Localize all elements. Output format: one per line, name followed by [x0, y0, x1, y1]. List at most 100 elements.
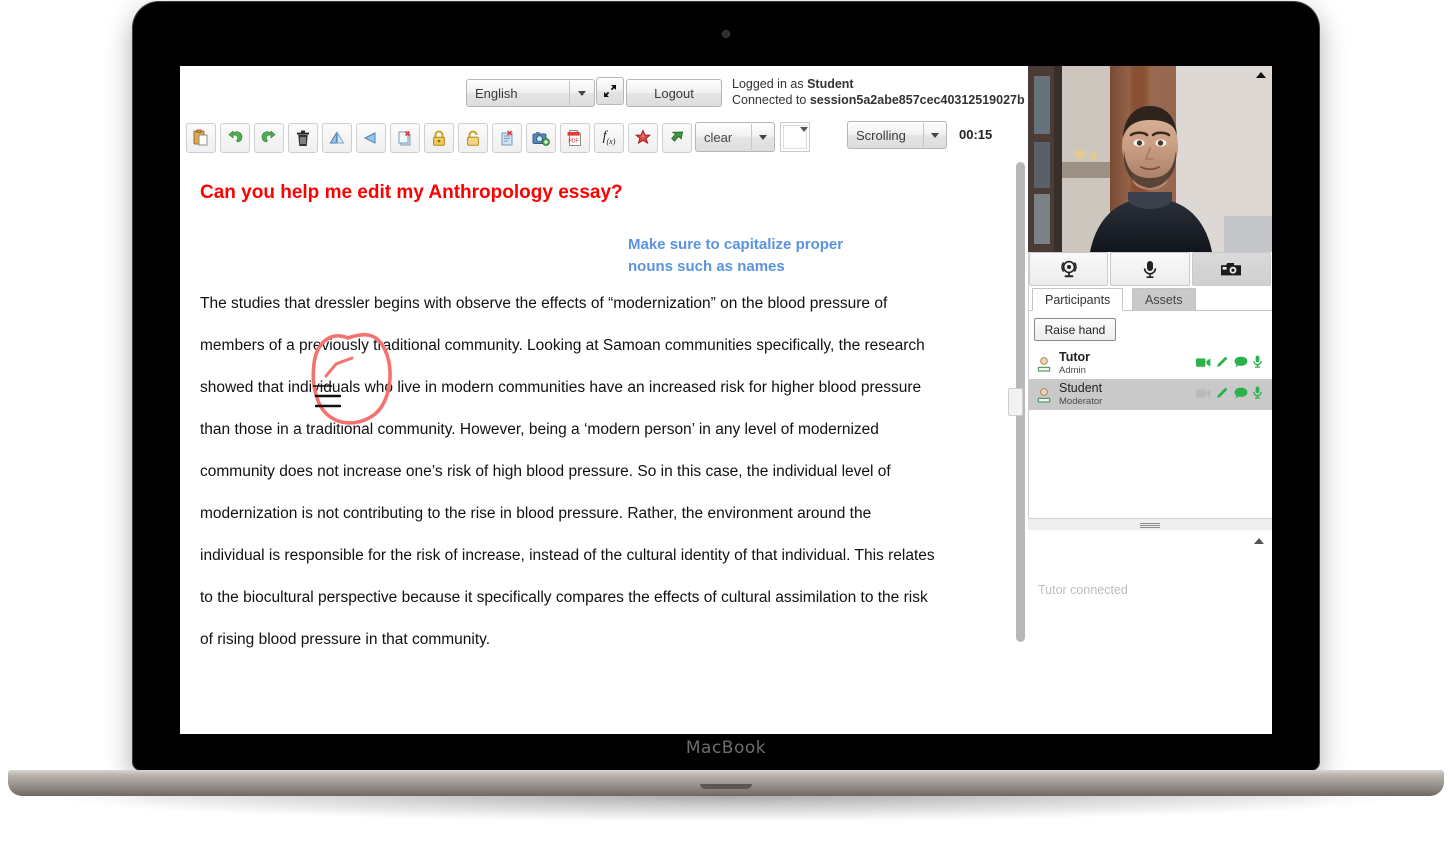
- math-tool-button[interactable]: [628, 123, 658, 153]
- laptop-shadow: [40, 796, 1412, 822]
- webcam-icon: [1061, 260, 1077, 278]
- redo-arrow-icon: [261, 130, 276, 143]
- microphone-icon[interactable]: [1253, 355, 1262, 373]
- expand-arrows-icon: [604, 85, 616, 97]
- logout-button[interactable]: Logout: [626, 79, 722, 107]
- unlock-button[interactable]: [458, 123, 488, 153]
- paste-button[interactable]: [186, 123, 216, 153]
- video-icon[interactable]: [1196, 386, 1211, 404]
- undo-arrow-icon: [228, 130, 243, 143]
- flip-vertical-icon: [363, 132, 376, 144]
- delete-page-button[interactable]: [390, 123, 420, 153]
- whiteboard-annotation-note: Make sure to capitalize proper nouns suc…: [628, 236, 844, 275]
- media-controls: [1028, 252, 1272, 286]
- participant-name: Tutor: [1059, 349, 1091, 364]
- clear-select[interactable]: clear: [695, 122, 775, 152]
- language-select-value: English: [475, 85, 518, 101]
- page-delete-icon: [398, 130, 411, 146]
- participant-info: Tutor Admin: [1059, 349, 1196, 377]
- laptop-scene: MacBook English Logout Logged in as Stud…: [0, 0, 1452, 857]
- tab-assets[interactable]: Assets: [1132, 288, 1196, 311]
- undo-button[interactable]: [220, 123, 250, 153]
- avatar: [1037, 356, 1051, 372]
- laptop-base-top: [8, 770, 1444, 796]
- chat-message: Tutor connected: [1038, 583, 1128, 597]
- session-id: session5a2abe857cec40312519027b: [809, 93, 1025, 107]
- clear-select-value: clear: [704, 129, 733, 145]
- pointer-button[interactable]: [662, 123, 692, 153]
- webcam-toggle-button[interactable]: [1029, 252, 1109, 286]
- participant-role: Moderator: [1059, 395, 1103, 407]
- flip-vertical-button[interactable]: [356, 123, 386, 153]
- participant-actions: [1196, 355, 1272, 373]
- whiteboard-title-text: Can you help me edit my Anthropology ess…: [200, 182, 623, 203]
- chat-panel[interactable]: Tutor connected: [1028, 530, 1272, 734]
- app-header: English Logout Logged in as Student Conn…: [180, 66, 1028, 114]
- webcam-video-feed[interactable]: [1028, 66, 1272, 252]
- grip-icon: [1140, 522, 1160, 528]
- scroll-mode-value: Scrolling: [856, 127, 906, 143]
- avatar: [1037, 387, 1051, 403]
- svg-text:PDF: PDF: [568, 139, 578, 145]
- function-fx-icon: f(x): [602, 129, 616, 146]
- participant-row-tutor[interactable]: Tutor Admin: [1028, 348, 1272, 379]
- session-info: Logged in as Student Connected to sessio…: [732, 76, 1025, 108]
- pencil-icon[interactable]: [1216, 386, 1229, 404]
- redo-button[interactable]: [254, 123, 284, 153]
- participant-role: Admin: [1059, 364, 1086, 376]
- clear-page-button[interactable]: [492, 123, 522, 153]
- microphone-toggle-button[interactable]: [1110, 252, 1190, 286]
- logged-in-user: Student: [807, 77, 854, 91]
- video-icon[interactable]: [1196, 355, 1211, 373]
- pdf-icon: PDF: [567, 130, 581, 146]
- lock-open-icon: [467, 130, 479, 146]
- flip-horizontal-icon: [329, 131, 345, 144]
- chevron-down-icon: [751, 124, 774, 150]
- whiteboard-canvas[interactable]: Can you help me edit my Anthropology ess…: [180, 160, 1013, 734]
- webcam-image: [1028, 66, 1272, 252]
- camera-add-icon: [532, 132, 550, 146]
- color-swatch-button[interactable]: [780, 122, 810, 152]
- pencil-icon[interactable]: [1216, 355, 1229, 373]
- sidebar-tabs: Participants Assets: [1028, 288, 1272, 311]
- lock-closed-icon: [433, 130, 445, 146]
- whiteboard-scrollbar[interactable]: [1013, 160, 1028, 734]
- fullscreen-button[interactable]: [596, 77, 624, 105]
- red-star-icon: [634, 129, 652, 145]
- participant-row-student[interactable]: Student Moderator: [1028, 379, 1272, 410]
- logged-in-line: Logged in as Student: [732, 77, 854, 91]
- microphone-icon[interactable]: [1253, 386, 1262, 404]
- formula-button[interactable]: f(x): [594, 123, 624, 153]
- clipboard-paste-icon: [193, 129, 208, 146]
- chevron-up-icon[interactable]: [1256, 72, 1266, 78]
- participants-list: Tutor Admin Student Moderator: [1028, 348, 1272, 410]
- microphone-icon: [1143, 261, 1157, 278]
- snapshot-camera-button[interactable]: [1191, 252, 1271, 286]
- language-select[interactable]: English: [466, 79, 595, 107]
- chat-bubble-icon[interactable]: [1234, 386, 1248, 404]
- right-sidebar: Participants Assets Raise hand Tutor Adm: [1028, 66, 1272, 734]
- raise-hand-button[interactable]: Raise hand: [1034, 318, 1116, 341]
- delete-button[interactable]: [288, 123, 318, 153]
- laptop-camera-icon: [722, 30, 730, 38]
- editor-toolbar: PDF f(x) clear Scrolling 00:15: [180, 114, 1028, 160]
- participant-name: Student: [1059, 380, 1103, 395]
- snapshot-button[interactable]: [526, 123, 556, 153]
- chevron-down-icon: [569, 81, 594, 105]
- lock-button[interactable]: [424, 123, 454, 153]
- scroll-mode-select[interactable]: Scrolling: [847, 121, 947, 149]
- participant-info: Student Moderator: [1059, 380, 1196, 408]
- flip-horizontal-button[interactable]: [322, 123, 352, 153]
- export-pdf-button[interactable]: PDF: [560, 123, 590, 153]
- trash-icon: [297, 130, 309, 146]
- page-clear-icon: [501, 130, 513, 146]
- chevron-down-icon: [923, 123, 946, 147]
- green-arrow-icon: [671, 131, 684, 142]
- participant-actions: [1196, 386, 1272, 404]
- tab-participants[interactable]: Participants: [1032, 288, 1124, 311]
- whiteboard-resize-handle[interactable]: [1008, 388, 1023, 416]
- chat-bubble-icon[interactable]: [1234, 355, 1248, 373]
- whiteboard-body-text: The studies that dressler begins with ob…: [200, 295, 935, 648]
- chevron-up-icon[interactable]: [1254, 538, 1264, 544]
- chevron-down-icon: [800, 127, 808, 150]
